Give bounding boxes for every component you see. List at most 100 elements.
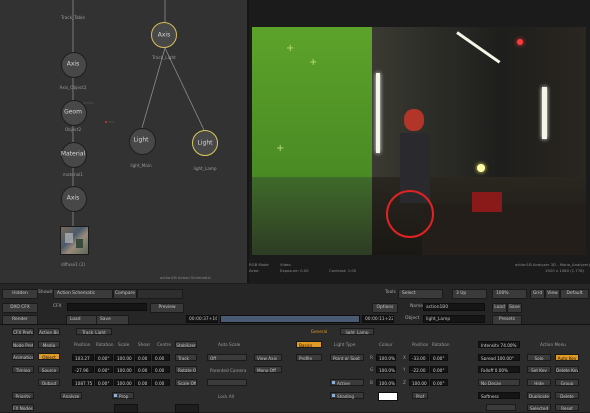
colour-red-field[interactable]: 100.0% <box>376 354 396 361</box>
mono-off-select[interactable]: Mono Off <box>254 366 282 373</box>
hide-button[interactable]: Hide <box>527 379 551 386</box>
colour-swatch[interactable] <box>378 392 398 401</box>
prop-checkbox[interactable]: Prop <box>112 392 134 399</box>
apply-button[interactable] <box>486 404 516 411</box>
reset-button[interactable]: Reset <box>555 404 579 411</box>
view-button[interactable]: View <box>545 289 560 299</box>
duplicate-button[interactable]: Duplicate <box>527 392 551 399</box>
view-layout-select[interactable]: 3 Up <box>452 289 487 299</box>
showing-select[interactable]: Action Schematic <box>53 289 113 299</box>
track-light-tab[interactable]: Track_Light <box>76 328 112 335</box>
animation-button[interactable]: Animation <box>12 353 34 360</box>
position-y-field[interactable]: -27.96 <box>72 366 94 373</box>
diffuse-node-thumbnail[interactable] <box>60 226 89 255</box>
action-bin-button[interactable]: Action Bin <box>38 328 60 335</box>
intensity-field[interactable]: Intensity 74.00% <box>478 341 520 348</box>
view-axis-select[interactable]: View Axis <box>254 354 282 361</box>
priority-button[interactable]: Priority <box>12 392 34 399</box>
grid-button[interactable]: Grid <box>530 289 545 299</box>
compare-select[interactable] <box>137 289 183 299</box>
selected-select[interactable]: Selected <box>527 404 551 411</box>
options-button[interactable]: Options <box>372 303 398 313</box>
light-rotation-z-field[interactable]: 0.00° <box>430 379 448 386</box>
group-button[interactable]: Group <box>555 379 579 386</box>
light-rotation-x-field[interactable]: 0.00° <box>430 354 448 361</box>
timecode-end[interactable]: 00:00:11+22 <box>362 315 394 323</box>
red-device <box>472 192 502 212</box>
shear-x-field[interactable]: 0.00 <box>135 354 151 361</box>
centre-x-field[interactable]: 0.00 <box>152 354 170 361</box>
output-button[interactable]: Output <box>38 379 60 386</box>
object-button[interactable]: Object <box>38 353 60 360</box>
softness-field[interactable]: Softness <box>478 392 520 399</box>
shear-z-field[interactable]: 0.00 <box>135 379 151 386</box>
tools-select[interactable]: Select <box>398 289 443 299</box>
profile-button[interactable]: Prof <box>412 392 428 399</box>
timing-button[interactable]: Timing <box>12 366 34 373</box>
cfx-prefs-button[interactable]: CFX Prefs <box>12 328 34 335</box>
source-button[interactable]: Source <box>38 366 60 373</box>
shading-checkbox[interactable]: Shading <box>330 392 364 399</box>
auto-scale-select[interactable]: Off <box>207 354 247 361</box>
set-key-button[interactable]: Set Key <box>527 366 551 373</box>
light-lamp-tab[interactable]: light_Lamp <box>340 328 374 335</box>
delete-button[interactable]: Delete <box>555 392 579 399</box>
scale-y-field[interactable]: 100.00 <box>114 366 134 373</box>
media-button[interactable]: Media <box>38 341 60 348</box>
fx-nodes-button[interactable]: FX Nodes <box>12 404 34 411</box>
stabilizer-button[interactable]: Stabilizer <box>175 341 197 348</box>
general-tab[interactable]: General <box>300 328 338 335</box>
name-field[interactable]: action1B0 <box>423 303 485 311</box>
scale-z-field[interactable]: 100.00 <box>114 379 134 386</box>
light-position-z-field[interactable]: 100.00 <box>409 379 429 386</box>
node-prefs-button[interactable]: Node Prefs <box>12 341 34 348</box>
load-top-button[interactable]: Load <box>492 303 507 313</box>
hidden-toggle[interactable]: Hidden <box>2 289 38 299</box>
solo-button[interactable]: Solo <box>527 354 551 361</box>
rotation-x-field[interactable]: 0.00° <box>95 354 113 361</box>
position-x-field[interactable]: 103.27 <box>72 354 94 361</box>
dxo-cfx-button[interactable]: DXO CFX <box>2 303 38 313</box>
shear-y-field[interactable]: 0.00 <box>135 366 151 373</box>
preview-button[interactable]: Preview <box>150 303 184 313</box>
light-rotation-y-field[interactable]: 0.00° <box>430 366 448 373</box>
timecode-start[interactable]: 00:00:37+16 <box>186 315 218 323</box>
profile-select[interactable]: Profile <box>296 354 322 361</box>
falloff-field[interactable]: Falloff 0.00% <box>478 366 520 373</box>
light-type-label: Light Type <box>334 342 356 347</box>
rotate-off-select[interactable]: Rotate Off <box>175 366 197 373</box>
rotation-z-field[interactable]: 0.00° <box>95 379 113 386</box>
scale-off-select[interactable]: Scale Off <box>175 379 197 386</box>
basics-select[interactable]: Basics <box>296 341 322 348</box>
cfx-field[interactable] <box>67 303 147 311</box>
viewer-frame[interactable]: + + + <box>252 27 586 255</box>
centre-z-field[interactable]: 0.00 <box>152 379 170 386</box>
delete-key-button[interactable]: Delete Key <box>555 366 579 373</box>
scale-x-field[interactable]: 100.00 <box>114 354 134 361</box>
light-position-y-field[interactable]: -22.00 <box>409 366 429 373</box>
compare-button[interactable]: Compare <box>113 289 137 299</box>
object-field[interactable]: light_Lamp <box>423 315 485 323</box>
no-decay-select[interactable]: No Decay <box>478 379 520 386</box>
position-z-field[interactable]: 1087.75 <box>72 379 94 386</box>
auto-key-button[interactable]: Auto Key <box>555 354 579 361</box>
lamp-gizmo-icon[interactable] <box>477 164 485 172</box>
colour-blue-field[interactable]: 100.0% <box>376 379 396 386</box>
light-rotation-header: Rotation <box>432 342 450 347</box>
viewer-panel[interactable]: + + + RGB Mode Actor Video Exposure: 0.0… <box>249 0 590 283</box>
zoom-select[interactable]: 100% <box>492 289 527 299</box>
default-select[interactable]: Default <box>560 289 589 299</box>
rotation-y-field[interactable]: 0.00° <box>95 366 113 373</box>
light-type-select[interactable]: Point or Spot <box>330 354 364 361</box>
spread-field[interactable]: Spread 100.00° <box>478 354 520 361</box>
action-schematic[interactable]: Track_Table Axis Axis_Object2 Geom Objec… <box>0 0 249 283</box>
parented-camera-select[interactable] <box>207 379 247 386</box>
analyze-button[interactable]: Analyze <box>60 392 82 399</box>
track-select[interactable]: Track <box>175 354 197 361</box>
save-top-button[interactable]: Save <box>507 303 522 313</box>
timeline-scrubber[interactable] <box>220 315 360 323</box>
light-position-x-field[interactable]: -33.00 <box>409 354 429 361</box>
colour-green-field[interactable]: 100.0% <box>376 366 396 373</box>
active-checkbox[interactable]: Active <box>330 379 364 386</box>
centre-y-field[interactable]: 0.00 <box>152 366 170 373</box>
